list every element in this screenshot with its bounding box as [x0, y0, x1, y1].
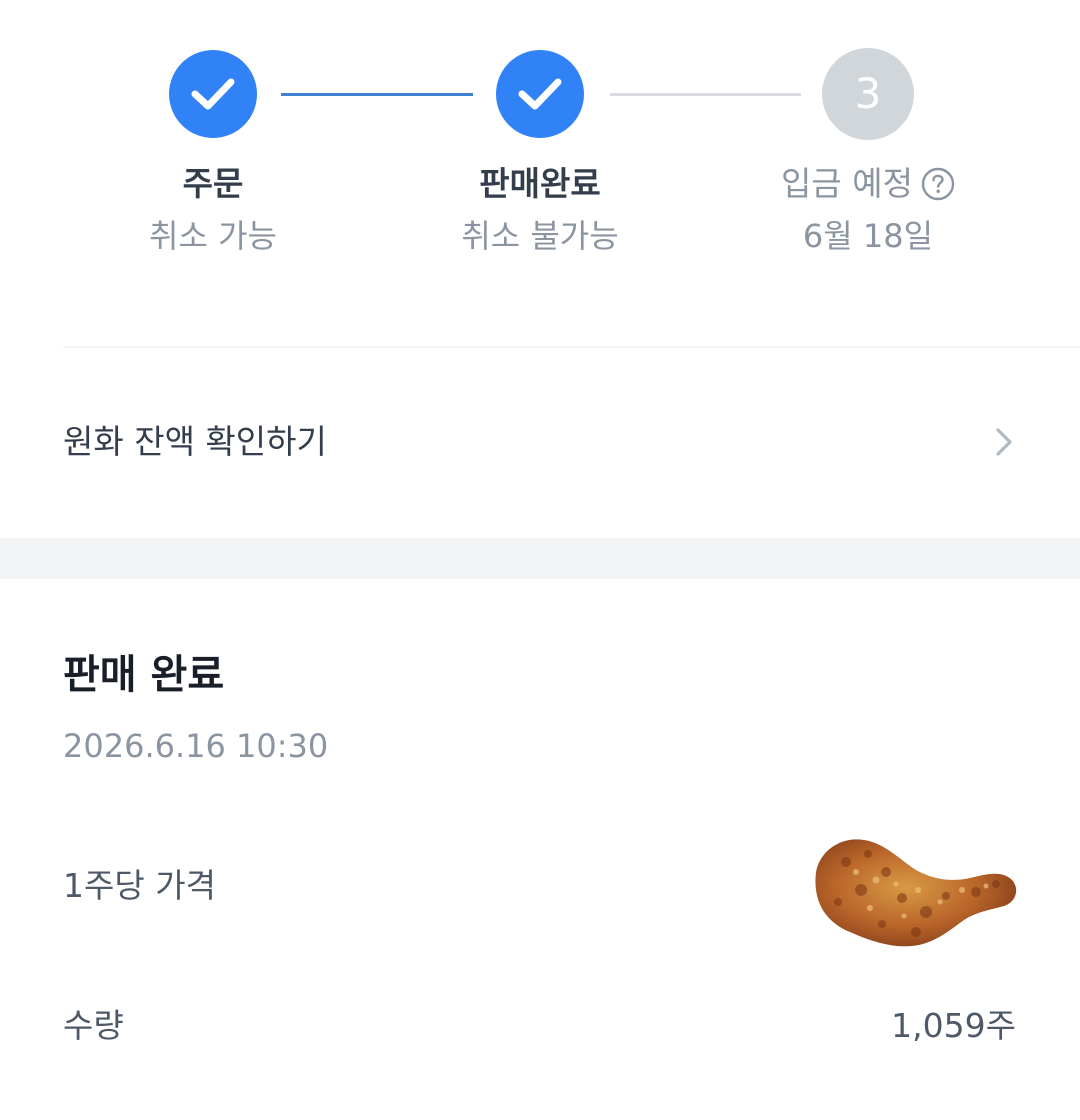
- step-title: 입금 예정: [738, 162, 998, 206]
- step-sold: 판매완료 취소 불가능: [410, 50, 670, 258]
- order-progress-stepper: 주문 취소 가능 판매완료 취소 불가능 3 입금 예정 6월 18일: [0, 0, 1080, 300]
- quantity-label: 수량: [63, 1006, 124, 1045]
- check-icon: [518, 78, 562, 110]
- step-complete-badge: [496, 50, 584, 138]
- quantity-value: 1,059주: [891, 1006, 1016, 1045]
- step-subtitle: 6월 18일: [802, 217, 934, 255]
- step-title-text: 판매완료: [479, 164, 601, 203]
- step-order: 주문 취소 가능: [83, 50, 343, 258]
- step-title: 판매완료: [410, 162, 670, 206]
- help-question-icon[interactable]: [921, 167, 955, 201]
- divider: [63, 346, 1080, 348]
- section-separator: [0, 538, 1080, 579]
- sale-datetime: 2026.6.16 10:30: [63, 727, 329, 765]
- check-icon: [191, 78, 235, 110]
- step-title-text: 주문: [182, 164, 244, 203]
- fried-chicken-drumstick-image: [815, 839, 1017, 947]
- chevron-right-icon: [996, 428, 1012, 456]
- step-subtitle: 취소 불가능: [461, 217, 619, 255]
- step-deposit: 3 입금 예정 6월 18일: [738, 48, 998, 258]
- krw-balance-link[interactable]: 원화 잔액 확인하기: [0, 380, 1080, 506]
- step-title: 주문: [83, 162, 343, 206]
- step-subtitle: 취소 가능: [149, 217, 277, 255]
- krw-balance-label: 원화 잔액 확인하기: [63, 422, 327, 461]
- step-number: 3: [854, 69, 882, 118]
- section-title: 판매 완료: [63, 652, 225, 698]
- step-title-text: 입금 예정: [781, 164, 913, 203]
- price-per-share-label: 1주당 가격: [63, 866, 216, 905]
- step-pending-badge: 3: [822, 48, 914, 140]
- step-complete-badge: [169, 50, 257, 138]
